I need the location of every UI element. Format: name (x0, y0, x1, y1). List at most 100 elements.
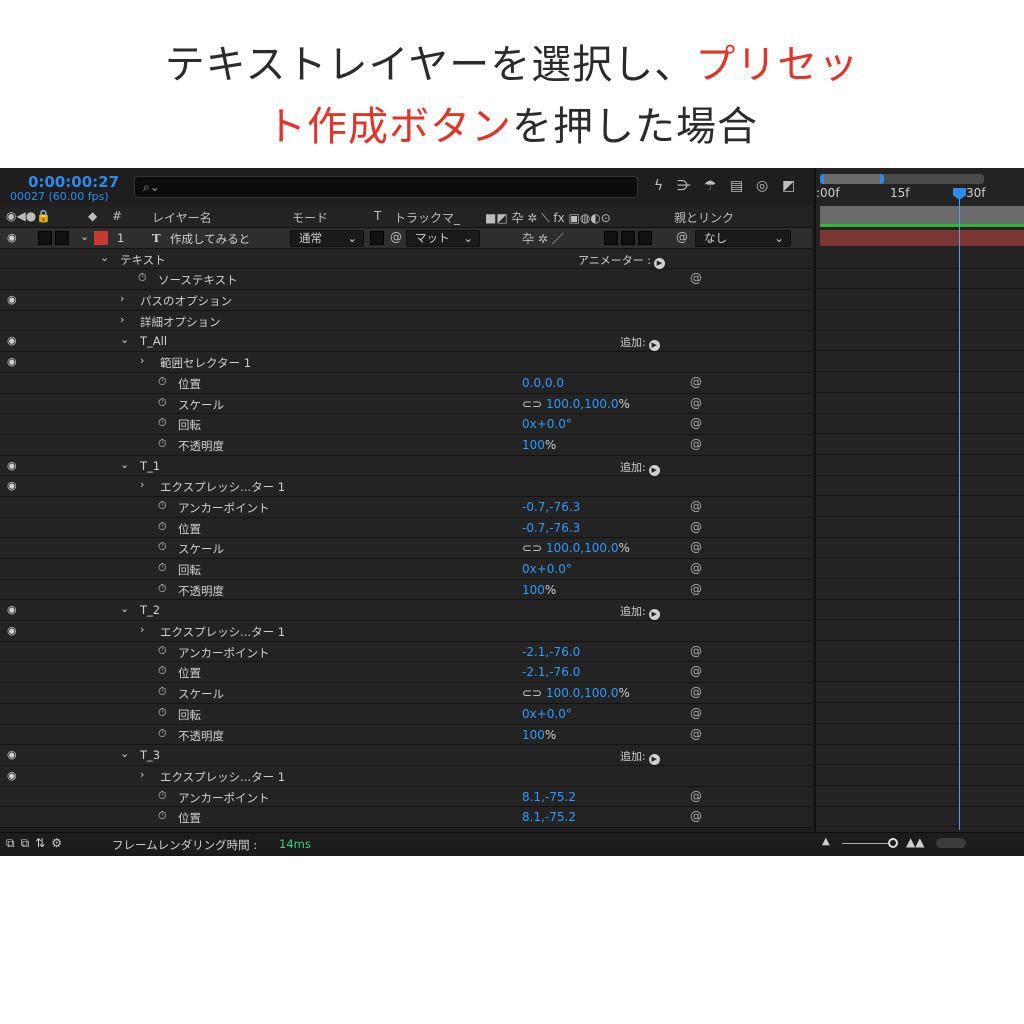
label-color-swatch[interactable] (94, 231, 108, 245)
expression-pickwhip-icon[interactable]: @ (690, 706, 702, 720)
stopwatch-icon[interactable]: ⏱ (158, 561, 167, 575)
expression-pickwhip-icon[interactable]: @ (690, 271, 702, 285)
chevron-right-icon[interactable]: › (120, 313, 124, 326)
eye-icon[interactable]: ◉ (7, 355, 17, 368)
expression-pickwhip-icon[interactable]: @ (690, 685, 702, 699)
property-value-text[interactable]: 0x+0.0° (522, 562, 572, 576)
play-menu-icon[interactable]: ▶ (653, 257, 665, 269)
expression-pickwhip-icon[interactable]: @ (690, 561, 702, 575)
expression-pickwhip-icon[interactable]: @ (690, 727, 702, 741)
zoom-out-icon[interactable]: ▲ (822, 836, 830, 847)
stopwatch-icon[interactable]: ⏱ (158, 789, 167, 803)
layer-name-column[interactable]: レイヤー名 (152, 209, 212, 226)
constrain-proportions-icon[interactable]: ⊂⊃ (522, 397, 546, 411)
stopwatch-icon[interactable]: ⏱ (158, 685, 167, 699)
property-row[interactable]: ⏱ 回転 0x+0.0° @ (0, 703, 812, 725)
play-menu-icon[interactable]: ▶ (648, 609, 660, 621)
expression-pickwhip-icon[interactable]: @ (690, 644, 702, 658)
time-ruler[interactable]: :00f 15f 30f (816, 186, 1024, 206)
expression-pickwhip-icon[interactable]: @ (690, 520, 702, 534)
zoom-slider[interactable] (842, 843, 888, 844)
property-row[interactable]: ◉ › 範囲セレクター 1 (0, 352, 812, 373)
property-row[interactable]: ◉ ⌄ T_3 追加: ▶ (0, 745, 812, 766)
chevron-right-icon[interactable]: › (140, 354, 144, 367)
property-value[interactable]: -2.1,-76.0 (522, 665, 580, 679)
layer-row[interactable]: ◉ ⌄ 1 T 作成してみると 通常 ⌄ @ マット ⌄ 卆 ✲ ／ @ なし ⌄ (0, 228, 812, 249)
eye-icon[interactable]: ◉ (7, 603, 17, 616)
chevron-right-icon[interactable]: › (120, 292, 124, 305)
solo-switch[interactable] (38, 231, 52, 245)
property-row[interactable]: ⏱ スケール ⊂⊃ 100.0,100.0% @ (0, 683, 812, 704)
property-row[interactable]: ⏱ アンカーポイント -0.7,-76.3 @ (0, 496, 812, 518)
stopwatch-icon[interactable]: ⏱ (158, 644, 167, 658)
stopwatch-icon[interactable]: ⏱ (158, 416, 167, 430)
expression-pickwhip-icon[interactable]: @ (690, 375, 702, 389)
property-value[interactable]: 0x+0.0° (522, 562, 572, 576)
expression-pickwhip-icon[interactable]: @ (690, 664, 702, 678)
expression-pickwhip-icon[interactable]: @ (690, 582, 702, 596)
chevron-down-icon[interactable]: ⌄ (120, 602, 129, 615)
property-value[interactable]: -0.7,-76.3 (522, 521, 580, 535)
constrain-proportions-icon[interactable]: ⊂⊃ (522, 686, 546, 700)
eye-icon[interactable]: ◉ (7, 748, 17, 761)
property-row[interactable]: ⏱ 不透明度 100% @ (0, 579, 812, 601)
parent-select[interactable]: なし ⌄ (695, 230, 791, 247)
property-value[interactable]: 8.1,-75.2 (522, 810, 576, 824)
expression-pickwhip-icon[interactable]: @ (690, 416, 702, 430)
stopwatch-icon[interactable]: ⏱ (158, 582, 167, 596)
property-row[interactable]: ⏱ 位置 -2.1,-76.0 @ (0, 662, 812, 684)
property-value-text[interactable]: -0.7,-76.3 (522, 500, 580, 514)
frame-blend-icon[interactable]: ☂ (704, 178, 717, 194)
property-row[interactable]: ⏱ 不透明度 100% @ (0, 434, 812, 456)
stopwatch-icon[interactable]: ⏱ (138, 271, 147, 285)
property-value-text[interactable]: 0x+0.0° (522, 417, 572, 431)
layer-name[interactable]: 作成してみると (170, 231, 250, 247)
preserve-transparency-switch[interactable] (370, 231, 384, 245)
property-row[interactable]: ◉ › エクスプレッシ...ター 1 (0, 765, 812, 787)
property-value-text[interactable]: 100 (522, 728, 545, 742)
property-row[interactable]: ⏱ 不透明度 100% @ (0, 724, 812, 746)
constrain-proportions-icon[interactable]: ⊂⊃ (522, 541, 546, 555)
property-row[interactable]: ⏱ ソーステキスト @ (0, 269, 812, 291)
chevron-down-icon[interactable]: ⌄ (120, 747, 129, 760)
property-value[interactable]: 0.0,0.0 (522, 376, 564, 390)
property-value-text[interactable]: 100 (522, 583, 545, 597)
chevron-down-icon[interactable]: ⌄ (80, 230, 89, 243)
expression-pickwhip-icon[interactable]: @ (690, 499, 702, 513)
property-row[interactable]: ⏱ 位置 8.1,-75.2 @ (0, 807, 812, 828)
property-row[interactable]: ◉ › パスのオプション (0, 290, 812, 311)
property-value[interactable]: ⊂⊃ 100.0,100.0% (522, 686, 630, 700)
property-value-text[interactable]: -0.7,-76.3 (522, 521, 580, 535)
property-value-text[interactable]: 100.0,100.0 (546, 397, 619, 411)
3d-switch[interactable] (621, 231, 635, 245)
current-time-indicator[interactable] (959, 190, 960, 830)
scroll-pill[interactable] (936, 838, 966, 848)
lock-switch[interactable] (55, 231, 69, 245)
chevron-right-icon[interactable]: › (140, 478, 144, 491)
expression-pickwhip-icon[interactable]: @ (690, 789, 702, 803)
graph-editor-icon[interactable]: ◎ (756, 178, 768, 194)
timeline-area[interactable]: :00f 15f 30f (814, 168, 1024, 854)
property-row[interactable]: ⏱ アンカーポイント -2.1,-76.0 @ (0, 641, 812, 663)
property-value-text[interactable]: 100 (522, 438, 545, 452)
property-value[interactable]: 0x+0.0° (522, 417, 572, 431)
chevron-down-icon[interactable]: ⌄ (120, 333, 129, 346)
zoom-in-icon[interactable]: ▲▲ (906, 835, 924, 849)
stopwatch-icon[interactable]: ⏱ (158, 520, 167, 534)
property-value-text[interactable]: 100.0,100.0 (546, 686, 619, 700)
toggle-pane-icons[interactable]: ⧉⧉⇅⚙ (6, 836, 68, 851)
expression-pickwhip-icon[interactable]: @ (690, 437, 702, 451)
property-value-text[interactable]: 8.1,-75.2 (522, 810, 576, 824)
search-input[interactable]: ⌕⌄ (134, 176, 638, 198)
eye-icon[interactable]: ◉ (7, 293, 17, 306)
stopwatch-icon[interactable]: ⏱ (158, 396, 167, 410)
property-value-text[interactable]: 0.0,0.0 (522, 376, 564, 390)
eye-icon[interactable]: ◉ (7, 624, 17, 637)
chevron-down-icon[interactable]: ⌄ (120, 458, 129, 471)
add-menu[interactable]: 追加: ▶ (620, 459, 660, 476)
chevron-right-icon[interactable]: › (140, 768, 144, 781)
property-row[interactable]: ⏱ 回転 0x+0.0° @ (0, 414, 812, 435)
property-row[interactable]: ⏱ アンカーポイント 8.1,-75.2 @ (0, 786, 812, 808)
draft-3d-icon[interactable]: ϟ (654, 178, 663, 194)
mode-select[interactable]: 通常 ⌄ (290, 230, 364, 247)
